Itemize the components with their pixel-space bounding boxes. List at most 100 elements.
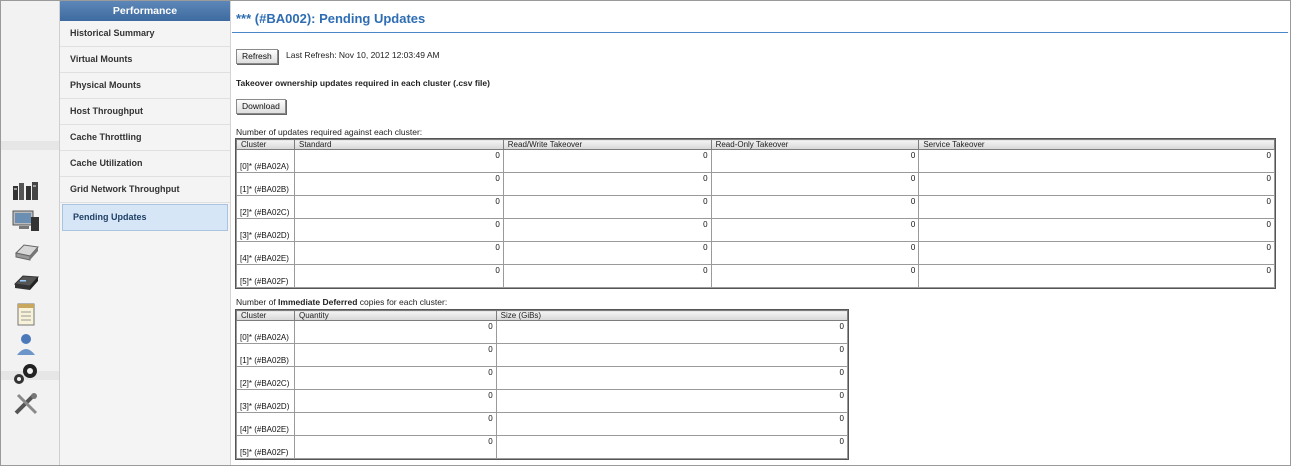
nav-item-physical-mounts[interactable]: Physical Mounts — [60, 73, 230, 99]
column-header[interactable]: Read-Only Takeover — [710, 139, 920, 150]
performance-nav: Performance Historical Summary Virtual M… — [60, 1, 231, 465]
value-cell: 0 — [918, 218, 1275, 242]
takeover-heading: Takeover ownership updates required in e… — [236, 78, 490, 88]
value-cell: 0 — [502, 172, 712, 196]
refresh-button[interactable]: Refresh — [236, 49, 278, 64]
table-row: [0]* (#BA02A) 0 0 0 0 — [236, 149, 1275, 173]
tape-drive-icon[interactable] — [11, 269, 41, 295]
cluster-cell: [5]* (#BA02F) — [236, 435, 295, 459]
cluster-cell: [0]* (#BA02A) — [236, 149, 295, 173]
value-cell: 0 — [495, 435, 849, 459]
value-cell: 0 — [293, 195, 504, 219]
cluster-cell: [4]* (#BA02E) — [236, 241, 295, 265]
value-cell: 0 — [710, 241, 920, 265]
download-button[interactable]: Download — [236, 99, 286, 114]
value-cell: 0 — [293, 172, 504, 196]
cluster-cell: [2]* (#BA02C) — [236, 195, 295, 219]
value-cell: 0 — [495, 412, 849, 436]
value-cell: 0 — [502, 218, 712, 242]
column-header[interactable]: Standard — [293, 139, 504, 150]
cluster-cell: [0]* (#BA02A) — [236, 320, 295, 344]
value-cell: 0 — [495, 320, 849, 344]
value-cell: 0 — [293, 149, 504, 173]
column-header[interactable]: Quantity — [293, 310, 497, 321]
value-cell: 0 — [710, 195, 920, 219]
value-cell: 0 — [918, 195, 1275, 219]
value-cell: 0 — [293, 241, 504, 265]
column-header[interactable]: Cluster — [236, 139, 295, 150]
value-cell: 0 — [710, 218, 920, 242]
value-cell: 0 — [293, 320, 497, 344]
deferred-table: Cluster Quantity Size (GiBs) [0]* (#BA02A)… — [235, 309, 849, 460]
table-row: [2]* (#BA02C) 0 0 — [236, 366, 849, 390]
value-cell: 0 — [918, 149, 1275, 173]
table-row: [1]* (#BA02B) 0 0 0 0 — [236, 172, 1275, 196]
cluster-cell: [1]* (#BA02B) — [236, 343, 295, 367]
value-cell: 0 — [495, 389, 849, 413]
nav-item-grid-network-throughput[interactable]: Grid Network Throughput — [60, 177, 230, 203]
nav-item-host-throughput[interactable]: Host Throughput — [60, 99, 230, 125]
value-cell: 0 — [710, 149, 920, 173]
monitor-icon[interactable] — [11, 208, 41, 234]
cluster-cell: [1]* (#BA02B) — [236, 172, 295, 196]
notepad-icon[interactable] — [11, 301, 41, 327]
nav-item-historical-summary[interactable]: Historical Summary — [60, 21, 230, 47]
cluster-cell: [2]* (#BA02C) — [236, 366, 295, 390]
table-row: [2]* (#BA02C) 0 0 0 0 — [236, 195, 1275, 219]
rail-divider — [1, 141, 59, 150]
nav-item-cache-throttling[interactable]: Cache Throttling — [60, 125, 230, 151]
value-cell: 0 — [710, 264, 920, 288]
cluster-cell: [3]* (#BA02D) — [236, 218, 295, 242]
table-row: [4]* (#BA02E) 0 0 — [236, 412, 849, 436]
nav-item-cache-utilization[interactable]: Cache Utilization — [60, 151, 230, 177]
value-cell: 0 — [502, 149, 712, 173]
value-cell: 0 — [293, 412, 497, 436]
value-cell: 0 — [293, 264, 504, 288]
column-header[interactable]: Cluster — [236, 310, 295, 321]
column-header[interactable]: Read/Write Takeover — [502, 139, 712, 150]
cluster-icon[interactable] — [11, 177, 41, 203]
main-content: *** (#BA002): Pending Updates Refresh La… — [232, 1, 1288, 465]
table-row: [3]* (#BA02D) 0 0 0 0 — [236, 218, 1275, 242]
value-cell: 0 — [710, 172, 920, 196]
deferred-caption-pre: Number of — [236, 297, 279, 307]
table-row: [1]* (#BA02B) 0 0 — [236, 343, 849, 367]
value-cell: 0 — [502, 195, 712, 219]
updates-table: Cluster Standard Read/Write Takeover Read-O… — [235, 138, 1276, 289]
last-refresh-text: Last Refresh: Nov 10, 2012 12:03:49 AM — [286, 50, 440, 60]
deferred-header-row: Cluster Quantity Size (GiBs) — [236, 310, 849, 321]
value-cell: 0 — [293, 343, 497, 367]
value-cell: 0 — [918, 264, 1275, 288]
value-cell: 0 — [293, 218, 504, 242]
value-cell: 0 — [293, 389, 497, 413]
value-cell: 0 — [502, 241, 712, 265]
icon-rail — [1, 1, 60, 465]
deferred-caption-post: copies for each cluster: — [357, 297, 448, 307]
updates-header-row: Cluster Standard Read/Write Takeover Read-O… — [236, 139, 1275, 150]
page-title: *** (#BA002): Pending Updates — [236, 11, 426, 26]
tools-icon[interactable] — [11, 391, 41, 417]
value-cell: 0 — [293, 435, 497, 459]
cluster-cell: [4]* (#BA02E) — [236, 412, 295, 436]
deferred-caption-bold: Immediate Deferred — [278, 297, 358, 307]
table-row: [4]* (#BA02E) 0 0 0 0 — [236, 241, 1275, 265]
updates-caption: Number of updates required against each … — [236, 127, 423, 137]
gears-icon[interactable] — [11, 361, 41, 387]
table-row: [5]* (#BA02F) 0 0 0 0 — [236, 264, 1275, 288]
nav-item-virtual-mounts[interactable]: Virtual Mounts — [60, 47, 230, 73]
value-cell: 0 — [495, 343, 849, 367]
value-cell: 0 — [293, 366, 497, 390]
nav-item-pending-updates[interactable]: Pending Updates — [62, 204, 228, 231]
nav-header: Performance — [60, 1, 230, 21]
table-row: [5]* (#BA02F) 0 0 — [236, 435, 849, 459]
cluster-cell: [5]* (#BA02F) — [236, 264, 295, 288]
drive-icon[interactable] — [11, 238, 41, 264]
cluster-cell: [3]* (#BA02D) — [236, 389, 295, 413]
column-header[interactable]: Size (GiBs) — [495, 310, 849, 321]
value-cell: 0 — [918, 172, 1275, 196]
value-cell: 0 — [918, 241, 1275, 265]
title-divider — [232, 32, 1288, 33]
user-icon[interactable] — [11, 331, 41, 357]
deferred-caption: Number of Immediate Deferred copies for … — [236, 297, 447, 307]
column-header[interactable]: Service Takeover — [918, 139, 1275, 150]
